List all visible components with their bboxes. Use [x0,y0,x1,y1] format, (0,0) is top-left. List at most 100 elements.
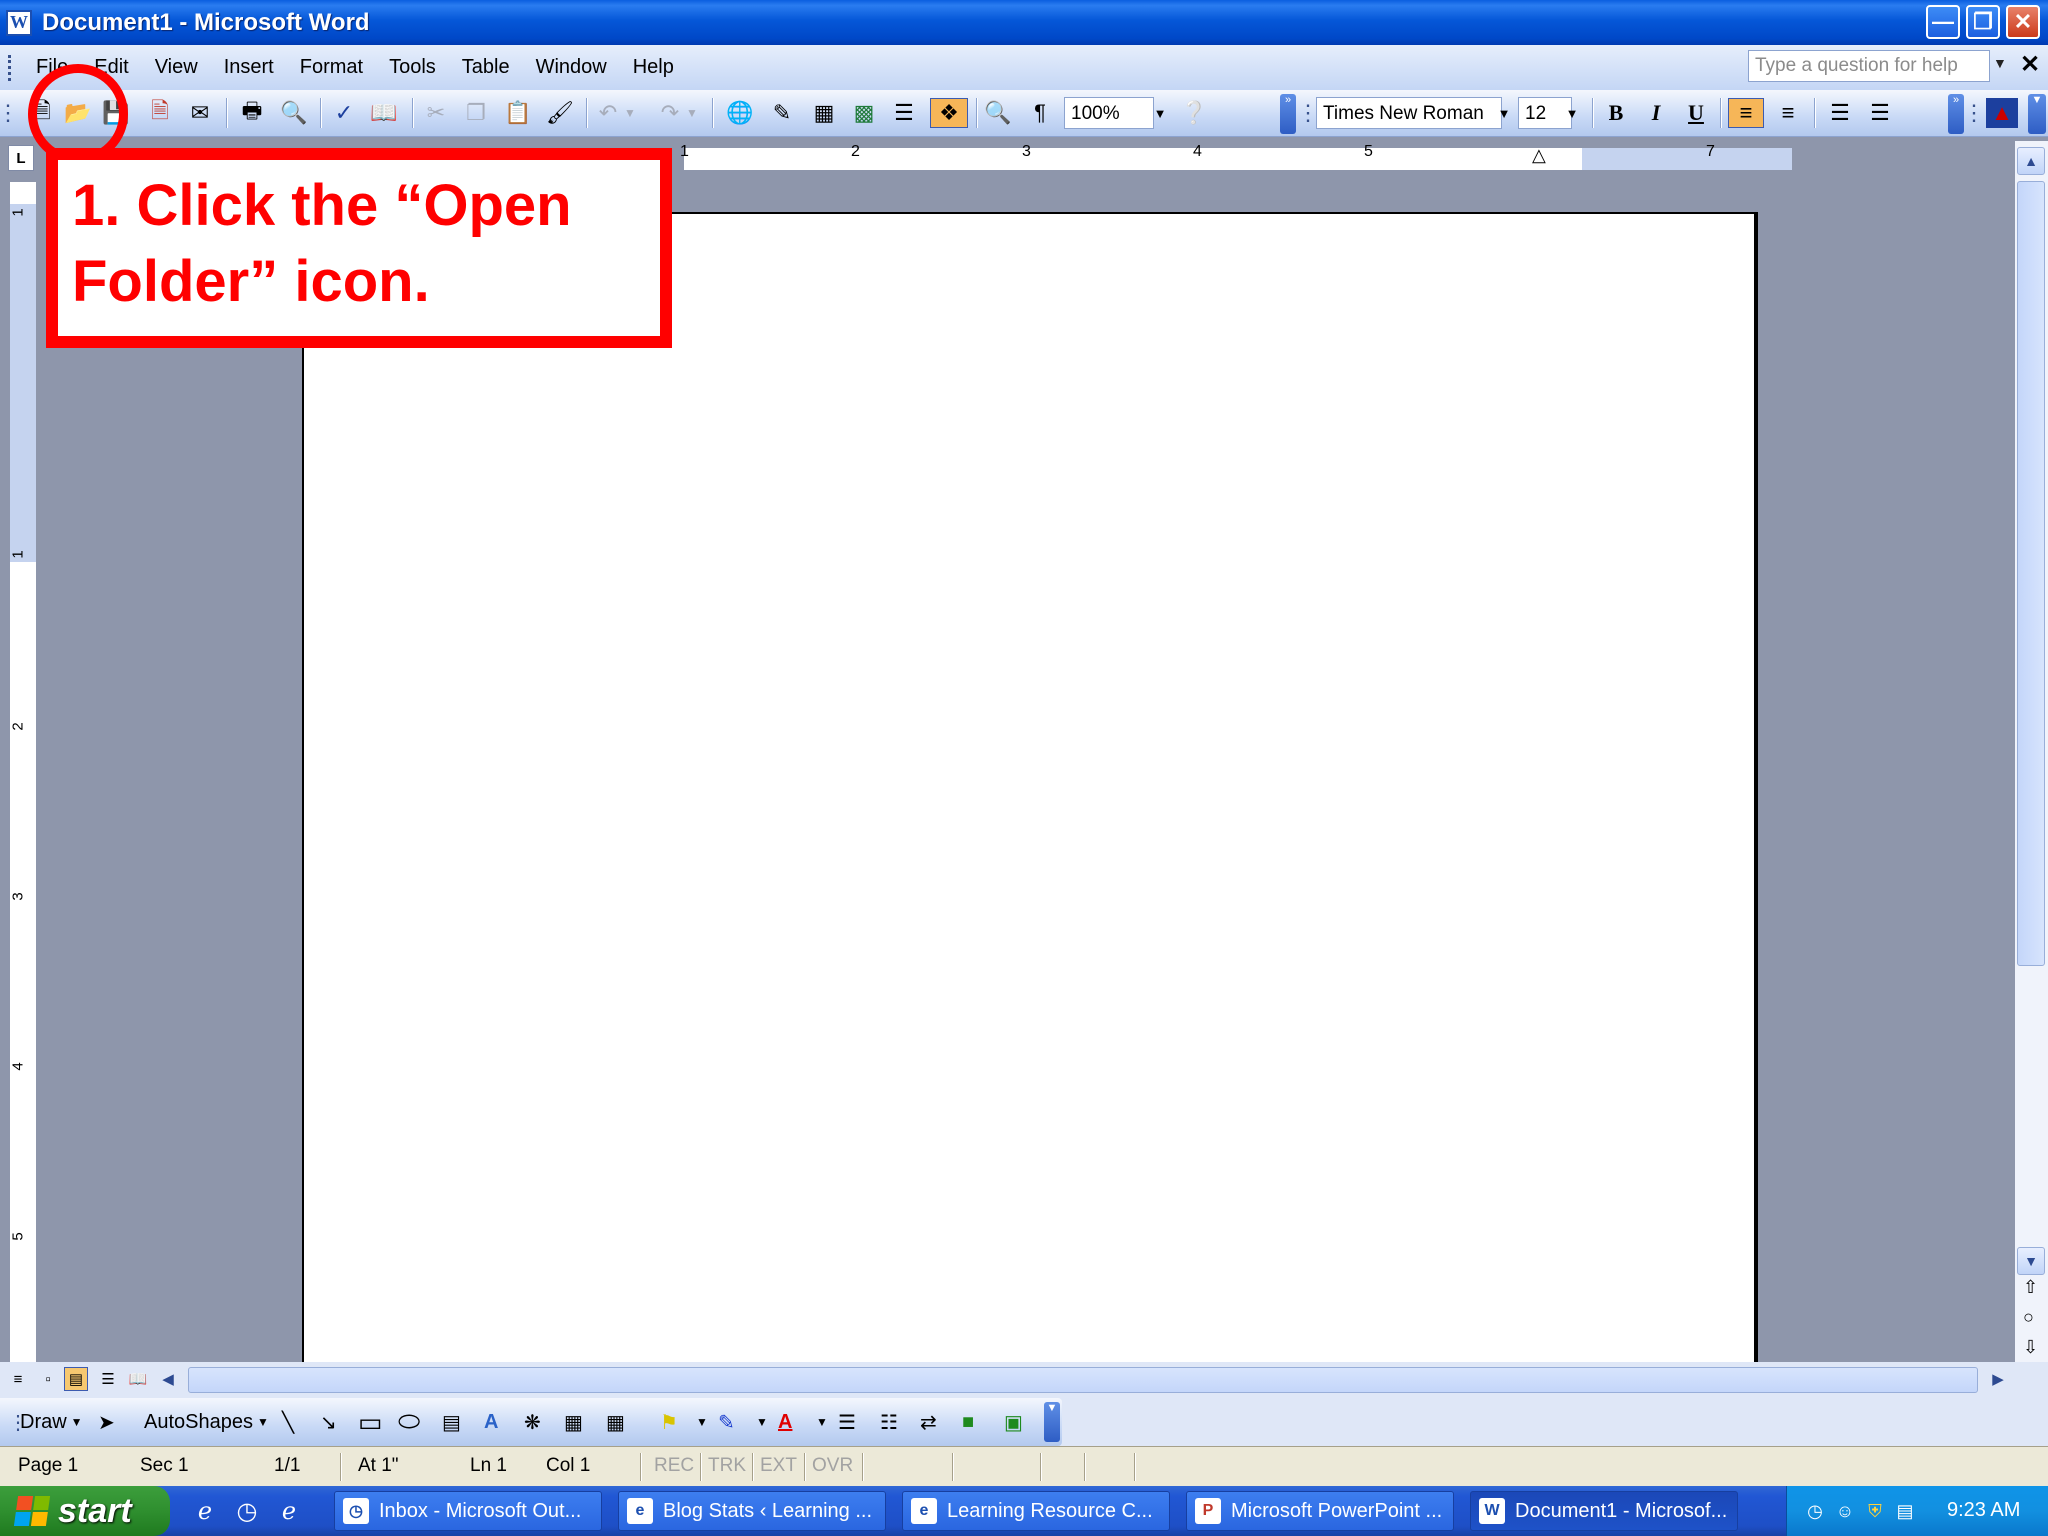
insert-excel-icon[interactable]: ▩ [848,98,880,128]
redo-dropdown-icon[interactable]: ▼ [684,98,700,128]
zoom-dropdown-arrow[interactable]: ▼ [1150,97,1170,129]
text-box-icon[interactable]: ▤ [442,1407,461,1437]
line-color-dropdown[interactable]: ▼ [756,1407,768,1437]
taskbar-item-learning-resource[interactable]: e Learning Resource C... [902,1491,1170,1531]
security-tray-icon[interactable]: ⛨ [1863,1499,1887,1523]
menu-view[interactable]: View [155,56,198,79]
help-icon[interactable]: ❔ [1178,98,1210,128]
reading-layout-view-icon[interactable]: 📖 [126,1367,150,1391]
status-record-macro[interactable]: REC [654,1455,694,1477]
fill-color-dropdown[interactable]: ▼ [696,1407,708,1437]
cut-icon[interactable]: ✂ [420,98,452,128]
taskbar-item-blog-stats[interactable]: e Blog Stats ‹ Learning ... [618,1491,886,1531]
formatting-toolbar-grip[interactable]: ⋮ [1297,98,1319,128]
toolbar-grip[interactable]: ⋮ [1963,98,1985,128]
undo-icon[interactable]: ↶ [592,98,624,128]
diagram-icon[interactable]: ❋ [524,1407,541,1437]
taskbar-item-word[interactable]: W Document1 - Microsof... [1470,1491,1738,1531]
vertical-scrollbar[interactable]: ▲ ▼ ⇧ ○ ⇩ [2015,141,2048,1362]
numbering-icon[interactable]: ☰ [1824,98,1856,128]
restore-button[interactable]: ❐ [1966,5,2000,39]
wordart-icon[interactable]: A [484,1407,498,1437]
vertical-ruler[interactable]: 1 1 2 3 4 5 [10,182,36,1362]
outline-view-icon[interactable]: ☰ [96,1367,120,1391]
select-browse-object-icon[interactable]: ○ [2023,1307,2034,1328]
minimize-button[interactable]: — [1926,5,1960,39]
arrow-icon[interactable]: ↘ [320,1407,337,1437]
scroll-right-button[interactable]: ▶ [1986,1367,2010,1391]
menu-insert[interactable]: Insert [224,56,274,79]
undo-dropdown-icon[interactable]: ▼ [622,98,638,128]
align-left-icon[interactable]: ≡ [1728,98,1764,128]
ie-quicklaunch-icon[interactable]: ℯ [274,1496,304,1526]
scroll-down-button[interactable]: ▼ [2017,1247,2045,1275]
bullets-icon[interactable]: ☰ [1864,98,1896,128]
toolbar-grip[interactable]: ⋮ [0,98,19,128]
help-dropdown-arrow[interactable]: ▼ [1993,55,2007,71]
align-center-icon[interactable]: ≡ [1772,98,1804,128]
document-map-icon[interactable]: 🔍 [982,98,1014,128]
web-layout-view-icon[interactable]: ▫ [36,1367,60,1391]
permission-icon[interactable]: 🗎 [144,98,176,128]
document-close-icon[interactable]: ✕ [2020,50,2040,79]
dash-style-icon[interactable]: ☷ [880,1407,898,1437]
menu-window[interactable]: Window [536,56,607,79]
print-layout-view-icon[interactable]: ▤ [64,1367,88,1391]
format-painter-icon[interactable]: 🖌 [544,98,576,128]
menu-tools[interactable]: Tools [389,56,436,79]
print-icon[interactable]: 🖶 [236,98,268,128]
outlook-tray-icon[interactable]: ◷ [1803,1499,1827,1523]
normal-view-icon[interactable]: ≡ [6,1367,30,1391]
status-extend-selection[interactable]: EXT [760,1455,797,1477]
toolbar-options-chevron[interactable]: » [1280,94,1296,134]
line-color-icon[interactable]: ✎ [718,1407,735,1437]
underline-button[interactable]: U [1680,98,1712,128]
zoom-combo[interactable]: 100% [1064,97,1154,129]
font-name-dropdown-arrow[interactable]: ▼ [1494,97,1514,129]
font-name-combo[interactable]: Times New Roman [1316,97,1502,129]
copy-icon[interactable]: ❐ [460,98,492,128]
status-track-changes[interactable]: TRK [708,1455,746,1477]
italic-button[interactable]: I [1640,98,1672,128]
font-color-draw-icon[interactable]: A [778,1407,792,1437]
insert-picture-icon[interactable]: ▦ [606,1407,625,1437]
arrow-style-icon[interactable]: ⇄ [920,1407,937,1437]
draw-menu-button[interactable]: Draw ▼ [20,1407,83,1437]
taskbar-item-outlook[interactable]: ◷ Inbox - Microsoft Out... [334,1491,602,1531]
document-page[interactable] [302,212,1758,1362]
email-icon[interactable]: ✉ [184,98,216,128]
tab-selector[interactable]: L [8,145,34,171]
next-page-icon[interactable]: ⇩ [2023,1337,2038,1358]
taskbar-item-powerpoint[interactable]: P Microsoft PowerPoint ... [1186,1491,1454,1531]
drawing-toolbar-icon[interactable]: ❖ [930,98,968,128]
insert-table-icon[interactable]: ▦ [808,98,840,128]
toolbar-overflow-chevron[interactable]: ▼ [2028,94,2046,134]
word-icon[interactable]: W [6,9,32,36]
line-icon[interactable]: ╲ [282,1407,294,1437]
tables-borders-icon[interactable]: ✎ [766,98,798,128]
network-tray-icon[interactable]: ▤ [1893,1499,1917,1523]
messenger-tray-icon[interactable]: ☺ [1833,1499,1857,1523]
fill-color-icon[interactable]: ⚑ [660,1407,678,1437]
start-button[interactable]: start [0,1486,170,1536]
select-objects-icon[interactable]: ➤ [98,1407,115,1437]
help-question-input[interactable]: Type a question for help [1748,50,1990,82]
redo-icon[interactable]: ↷ [654,98,686,128]
right-indent-marker[interactable]: △ [1532,145,1546,166]
menu-format[interactable]: Format [300,56,363,79]
drawing-options-chevron[interactable]: ▼ [1044,1402,1060,1442]
bold-button[interactable]: B [1600,98,1632,128]
status-overtype[interactable]: OVR [812,1455,853,1477]
menu-table[interactable]: Table [462,56,510,79]
columns-icon[interactable]: ☰ [888,98,920,128]
font-size-dropdown-arrow[interactable]: ▼ [1562,97,1582,129]
font-color-icon[interactable]: ▲ [1986,98,2018,128]
menu-grip[interactable] [8,54,14,81]
rectangle-icon[interactable]: ▭ [358,1407,383,1437]
3d-style-icon[interactable]: ▣ [1004,1407,1023,1437]
oval-icon[interactable]: ⬭ [398,1406,420,1437]
autoshapes-menu-button[interactable]: AutoShapes ▼ [144,1407,269,1437]
shadow-style-icon[interactable]: ■ [962,1407,974,1437]
show-formatting-icon[interactable]: ¶ [1024,98,1056,128]
paste-icon[interactable]: 📋 [502,98,534,128]
